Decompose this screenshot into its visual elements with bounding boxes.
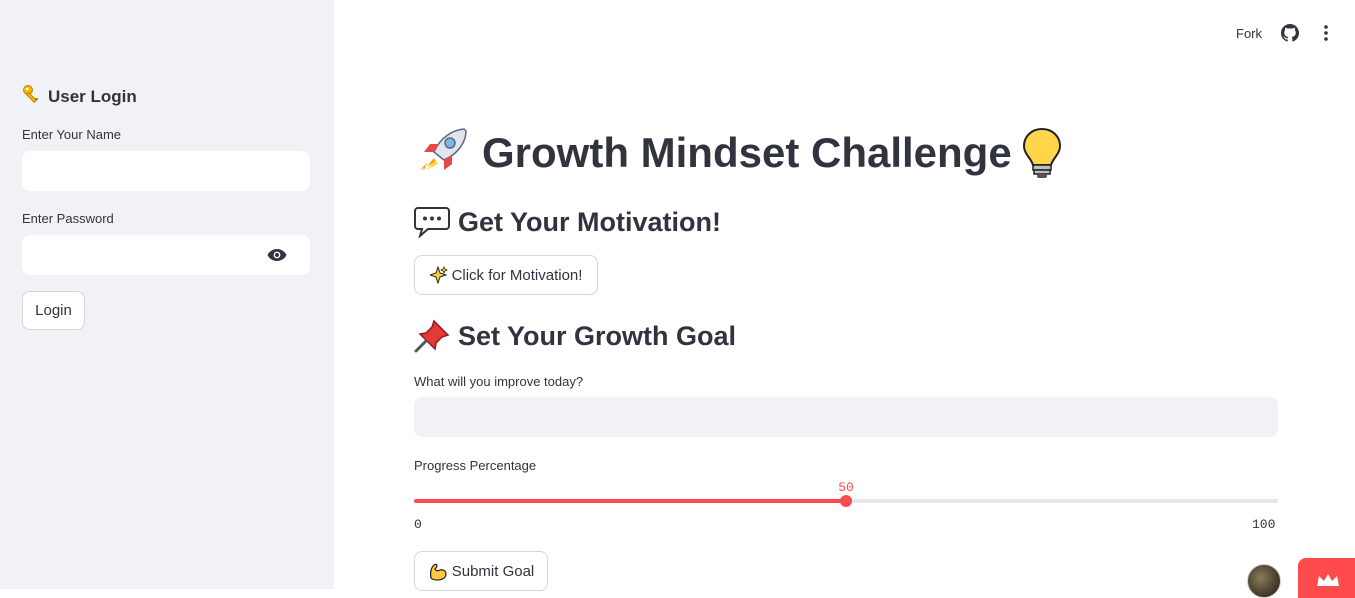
motivation-button[interactable]: Click for Motivation!: [414, 255, 598, 295]
login-button[interactable]: Login: [22, 291, 85, 330]
sidebar-title: User Login: [22, 84, 137, 109]
progress-slider-fill: [414, 499, 846, 503]
streamlit-badge[interactable]: [1298, 558, 1355, 598]
speech-bubble-icon: [414, 206, 450, 238]
page-title-text: Growth Mindset Challenge: [482, 129, 1012, 176]
page-title: Growth Mindset Challenge: [414, 126, 1062, 180]
sidebar-title-text: User Login: [48, 86, 137, 106]
kebab-menu-icon[interactable]: [1318, 24, 1334, 42]
sidebar: User Login Enter Your Name Enter Passwor…: [0, 0, 334, 589]
motivation-heading-text: Get Your Motivation!: [458, 206, 721, 237]
flexed-biceps-icon: [428, 561, 448, 581]
crown-icon: [1315, 572, 1341, 598]
eye-icon[interactable]: [266, 246, 288, 264]
progress-min-label: 0: [414, 517, 422, 532]
pushpin-icon: [414, 319, 450, 353]
submit-goal-button[interactable]: Submit Goal: [414, 551, 548, 591]
progress-slider-thumb[interactable]: [840, 495, 852, 507]
submit-goal-button-label: Submit Goal: [451, 562, 535, 580]
progress-slider-value: 50: [838, 480, 854, 495]
github-icon[interactable]: [1281, 24, 1299, 42]
motivation-heading: Get Your Motivation!: [414, 206, 721, 238]
goal-heading-text: Set Your Growth Goal: [458, 320, 737, 351]
fork-button[interactable]: Fork: [1236, 26, 1262, 41]
motivation-button-label: Click for Motivation!: [451, 266, 583, 284]
progress-label: Progress Percentage: [414, 458, 537, 473]
goal-input[interactable]: [414, 397, 1278, 437]
name-label: Enter Your Name: [22, 127, 122, 142]
light-bulb-icon: [1022, 127, 1062, 179]
progress-max-label: 100: [1252, 517, 1276, 532]
progress-slider[interactable]: 50: [414, 480, 1278, 507]
sparkles-icon: [429, 266, 448, 284]
goal-heading: Set Your Growth Goal: [414, 319, 736, 353]
name-input[interactable]: [22, 151, 310, 191]
rocket-icon: [414, 126, 470, 180]
password-label: Enter Password: [22, 211, 114, 226]
goal-input-label: What will you improve today?: [414, 374, 584, 389]
key-icon: [22, 84, 42, 109]
avatar[interactable]: [1247, 564, 1281, 598]
